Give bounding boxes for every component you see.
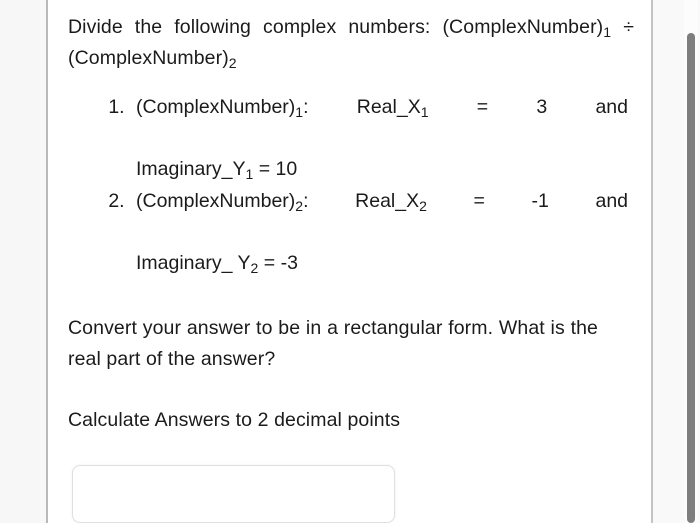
question-prompt: Divide the following complex numbers: (C… [68, 12, 634, 74]
item-imag-label: Imaginary_Y [136, 158, 246, 180]
item-real-label: Real_X [356, 96, 421, 118]
item-name: (ComplexNumber) [136, 190, 296, 212]
left-gutter [0, 0, 47, 523]
item-real-subscript: 2 [419, 197, 427, 214]
item-real-equals: = [476, 96, 489, 118]
list-item-body: (ComplexNumber)2: Real_X2 = -1 and Imagi… [136, 186, 628, 279]
list-item-body: (ComplexNumber)1: Real_X1 = 3 and Imagin… [136, 92, 628, 185]
prompt-complex-2-name: (ComplexNumber) [68, 47, 229, 69]
page-scrollbar-thumb[interactable] [687, 33, 695, 523]
list-item-line-1: (ComplexNumber)2: Real_X2 = -1 and [136, 186, 628, 248]
item-imag-equals: = [258, 158, 271, 180]
item-name-subscript: 1 [295, 103, 304, 120]
item-conjunction: and [595, 190, 629, 212]
item-real-equals: = [473, 190, 485, 212]
prompt-complex-1-name: (ComplexNumber) [442, 16, 604, 38]
item-imag-equals: = [263, 252, 276, 274]
question-content: Divide the following complex numbers: (C… [48, 0, 651, 523]
list-item-line-2: Imaginary_ Y2 = -3 [136, 248, 628, 279]
prompt-complex-2: (ComplexNumber)2 [68, 47, 237, 71]
item-imag-subscript: 2 [250, 259, 259, 276]
item-real-subscript: 1 [420, 103, 429, 120]
item-name-subscript: 2 [295, 197, 304, 214]
prompt-divide-operator: ÷ [611, 16, 634, 38]
item-real-value: 3 [536, 96, 548, 118]
prompt-complex-1-subscript: 1 [603, 23, 612, 40]
item-imag-label: Imaginary_ Y [136, 252, 251, 274]
answer-input[interactable] [72, 465, 395, 523]
item-colon: : [303, 96, 309, 118]
item-imag-subscript: 1 [245, 165, 254, 182]
complex-number-list: (ComplexNumber)1: Real_X1 = 3 and Imagin… [68, 92, 631, 279]
prompt-complex-1: (ComplexNumber)1 [442, 16, 612, 40]
prompt-complex-2-subscript: 2 [228, 54, 237, 71]
item-real-label: Real_X [355, 190, 420, 212]
item-conjunction: and [595, 96, 628, 118]
item-imag-value: -3 [280, 252, 298, 274]
list-item: (ComplexNumber)2: Real_X2 = -1 and Imagi… [130, 186, 631, 279]
prompt-text-line1: Divide the following complex numbers: [68, 16, 431, 38]
list-item-line-2: Imaginary_Y1 = 10 [136, 154, 628, 185]
screenshot-root: Divide the following complex numbers: (C… [0, 0, 700, 523]
list-item-line-1: (ComplexNumber)1: Real_X1 = 3 and [136, 92, 628, 154]
item-real-value: -1 [531, 190, 549, 212]
item-name: (ComplexNumber) [136, 96, 296, 118]
instruction-decimal-points: Calculate Answers to 2 decimal points [68, 409, 401, 431]
instruction-rectangular-form: Convert your answer to be in a rectangul… [68, 317, 598, 370]
list-item: (ComplexNumber)1: Real_X1 = 3 and Imagin… [130, 92, 631, 185]
item-colon: : [303, 190, 309, 212]
item-imag-value: 10 [275, 158, 298, 180]
